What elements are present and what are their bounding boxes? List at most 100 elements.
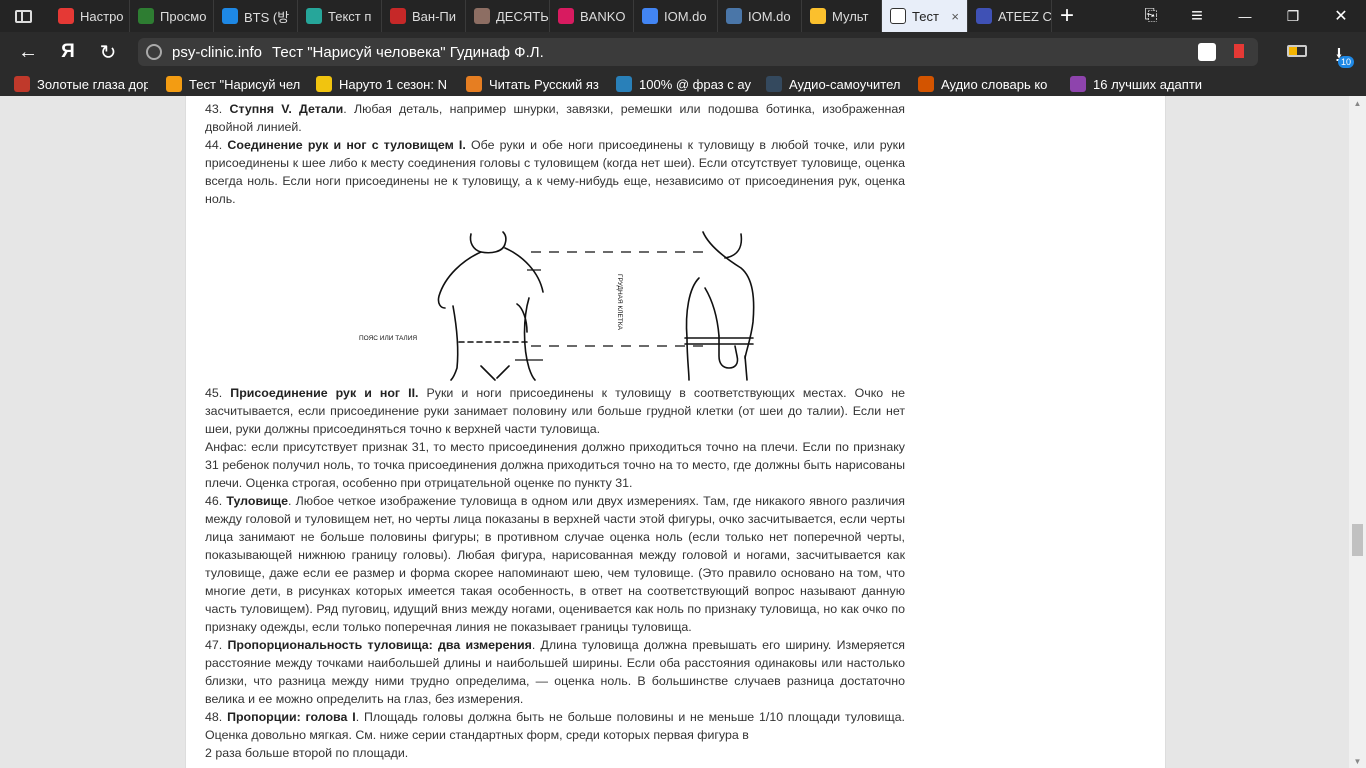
tab-7[interactable]: BANKO <box>550 0 634 32</box>
body-sketch-image: ПОЯС ИЛИ ТАЛИЯ ГРУДНАЯ КЛЕТКА <box>359 231 755 381</box>
bookmark-favicon-icon <box>14 76 30 92</box>
article: 43. Ступня V. Детали. Любая деталь, напр… <box>205 100 905 762</box>
waist-label: ПОЯС ИЛИ ТАЛИЯ <box>359 335 417 342</box>
tab-label: IOM.do <box>748 8 791 24</box>
tab-label: ДЕСЯТЬ <box>496 8 549 24</box>
menu-button[interactable]: ≡ <box>1174 0 1220 32</box>
item-number: 48. <box>205 710 223 724</box>
onepiece-icon <box>390 8 406 24</box>
item-text: . Любое четкое изображение туловища в од… <box>205 494 905 634</box>
bookmark-label: Тест "Нарисуй чел <box>189 76 301 92</box>
torso-illustration: ПОЯС ИЛИ ТАЛИЯ ГРУДНАЯ КЛЕТКА <box>205 208 905 384</box>
tab-label: Просмо <box>160 8 207 24</box>
bookmark-label: Золотые глаза дор <box>37 76 148 92</box>
address-field[interactable]: psy-clinic.info Тест "Нарисуй человека" … <box>138 38 1258 66</box>
tab-8[interactable]: IOM.do <box>634 0 718 32</box>
bookmark-label: Аудио словарь ко <box>941 76 1048 92</box>
doc-icon <box>306 8 322 24</box>
bookmark-label: Наруто 1 сезон: N <box>339 76 447 92</box>
tab-11[interactable]: Тест × <box>882 0 968 32</box>
item-45: 45. Присоединение рук и ног II. Руки и н… <box>205 384 905 438</box>
close-tab-icon[interactable]: × <box>951 9 959 24</box>
bookmarks-manager-button[interactable]: ⎘ <box>1128 0 1174 32</box>
pause-icon <box>474 8 490 24</box>
chest-label: ГРУДНАЯ КЛЕТКА <box>616 274 623 331</box>
item-47: 47. Пропорциональность туловища: два изм… <box>205 636 905 708</box>
scrollbar-thumb[interactable] <box>1352 524 1363 556</box>
bookmark-item[interactable]: Золотые глаза дор <box>14 74 148 94</box>
bookmark-label: Читать Русский яз <box>489 76 599 92</box>
minimize-button[interactable]: — <box>1222 0 1268 32</box>
music-icon <box>222 8 238 24</box>
close-window-button[interactable]: ✕ <box>1318 0 1364 32</box>
scroll-up-arrow-icon[interactable]: ▲ <box>1349 96 1366 110</box>
yandex-button[interactable]: Я <box>54 38 82 66</box>
site-domain: psy-clinic.info <box>172 43 263 61</box>
pause-icon <box>976 8 992 24</box>
tab-12[interactable]: ATEEZ C <box>968 0 1052 32</box>
page-scrollbar[interactable]: ▲ ▼ <box>1349 96 1366 768</box>
bookmark-item[interactable]: Аудио словарь ко <box>918 74 1058 94</box>
page-content-area: 43. Ступня V. Детали. Любая деталь, напр… <box>185 96 1166 768</box>
battery-icon[interactable] <box>1287 45 1307 57</box>
bookmark-item[interactable]: Тест "Нарисуй чел <box>166 74 302 94</box>
instagram-icon <box>558 8 574 24</box>
site-info-icon[interactable] <box>146 44 162 60</box>
tab-10[interactable]: Мульт <box>802 0 882 32</box>
fs-icon <box>138 8 154 24</box>
page-icon <box>890 8 906 24</box>
downloads-count-badge: 10 <box>1338 56 1354 68</box>
item-48: 48. Пропорции: голова I. Площадь головы … <box>205 708 905 744</box>
tab-2[interactable]: Просмо <box>130 0 214 32</box>
new-tab-button[interactable]: + <box>1055 2 1079 30</box>
bookmark-label: 16 лучших адапти <box>1093 76 1203 92</box>
tab-label: Тест <box>912 8 939 24</box>
vk-icon <box>726 8 742 24</box>
docs-icon <box>642 8 658 24</box>
maximize-button[interactable]: ❐ <box>1270 0 1316 32</box>
tab-label: Настро <box>80 8 124 24</box>
item-43: 43. Ступня V. Детали. Любая деталь, напр… <box>205 100 905 136</box>
item-title: Пропорциональность туловища: два измерен… <box>227 638 532 652</box>
bookmark-label: 100% @ фраз с ау <box>639 76 751 92</box>
tab-6[interactable]: ДЕСЯТЬ <box>466 0 550 32</box>
bookmark-favicon-icon <box>466 76 482 92</box>
item-number: 45. <box>205 386 223 400</box>
cartoon-icon <box>810 8 826 24</box>
yandex-icon <box>58 8 74 24</box>
item-title: Присоединение рук и ног II. <box>230 386 419 400</box>
bookmark-favicon-icon <box>766 76 782 92</box>
tracker-icon[interactable] <box>1198 43 1216 61</box>
reload-button[interactable]: ↻ <box>94 38 122 66</box>
tab-3[interactable]: BTS (방 <box>214 0 298 32</box>
tab-4[interactable]: Текст п <box>298 0 382 32</box>
bookmark-item[interactable]: Наруто 1 сезон: N <box>316 74 452 94</box>
bookmark-favicon-icon <box>918 76 934 92</box>
bookmark-favicon-icon <box>1070 76 1086 92</box>
tab-label: BANKO <box>580 8 626 24</box>
bookmark-item[interactable]: 100% @ фраз с ау <box>616 74 754 94</box>
back-button[interactable]: ← <box>14 38 42 66</box>
tab-label: Текст п <box>328 8 372 24</box>
tab-label: BTS (방 <box>244 9 290 25</box>
item-title: Ступня V. Детали <box>229 102 344 116</box>
scroll-down-arrow-icon[interactable]: ▼ <box>1349 754 1366 768</box>
tab-5[interactable]: Ван-Пи <box>382 0 466 32</box>
item-title: Пропорции: голова I <box>227 710 356 724</box>
tab-label: IOM.do <box>664 8 707 24</box>
tab-label: Ван-Пи <box>412 8 457 24</box>
item-number: 47. <box>205 638 223 652</box>
bookmark-item[interactable]: Читать Русский яз <box>466 74 604 94</box>
tab-1[interactable]: Настро <box>50 0 130 32</box>
bookmark-item[interactable]: 16 лучших адапти <box>1070 74 1206 94</box>
page-title: Тест "Нарисуй человека" Гудинаф Ф.Л. <box>272 43 544 61</box>
item-number: 44. <box>205 138 223 152</box>
tab-9[interactable]: IOM.do <box>718 0 802 32</box>
item-44: 44. Соединение рук и ног с туловищем I. … <box>205 136 905 208</box>
bookmark-favicon-icon <box>166 76 182 92</box>
bookmark-flag-icon[interactable] <box>1234 44 1244 58</box>
bookmark-favicon-icon <box>316 76 332 92</box>
bookmark-item[interactable]: Аудио-самоучител <box>766 74 904 94</box>
item-number: 43. <box>205 102 223 116</box>
sidebar-toggle-icon[interactable] <box>10 6 36 26</box>
